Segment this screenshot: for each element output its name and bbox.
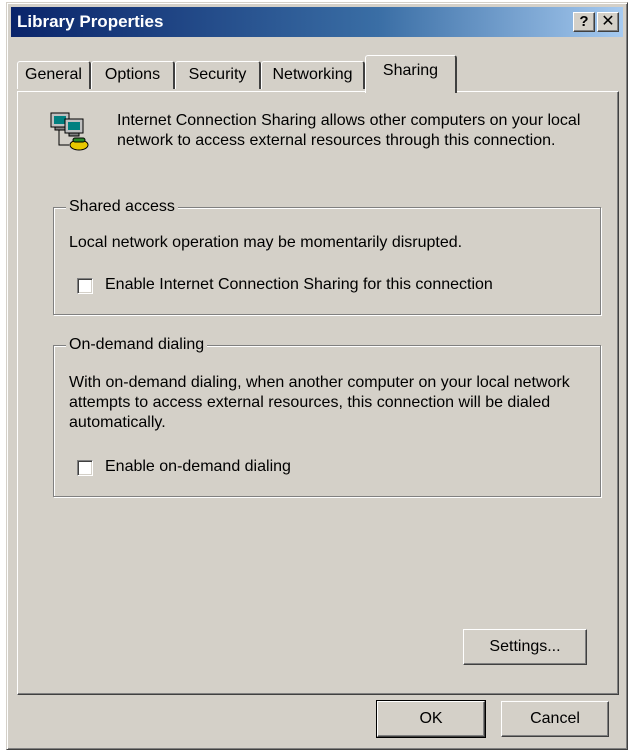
enable-ics-checkbox[interactable]: [77, 278, 93, 294]
tab-networking[interactable]: Networking: [261, 61, 365, 89]
cancel-button[interactable]: Cancel: [501, 701, 609, 737]
network-computers-icon: [47, 111, 91, 155]
tab-sharing[interactable]: Sharing: [365, 55, 457, 93]
intro-description: Internet Connection Sharing allows other…: [117, 112, 581, 149]
properties-dialog: Library Properties ? ✕ General Options S…: [6, 2, 628, 750]
shared-access-title: Shared access: [66, 197, 178, 217]
enable-on-demand-checkbox[interactable]: [77, 460, 93, 476]
enable-on-demand-label[interactable]: Enable on-demand dialing: [105, 457, 291, 477]
ok-button[interactable]: OK: [376, 700, 486, 738]
on-demand-title: On-demand dialing: [66, 335, 208, 355]
close-button[interactable]: ✕: [597, 12, 619, 32]
tab-security[interactable]: Security: [175, 61, 261, 89]
shared-access-note: Local network operation may be momentari…: [69, 234, 463, 251]
enable-ics-label[interactable]: Enable Internet Connection Sharing for t…: [105, 275, 493, 295]
title-bar[interactable]: Library Properties ? ✕: [11, 7, 623, 37]
tab-options[interactable]: Options: [91, 61, 175, 89]
on-demand-description: With on-demand dialing, when another com…: [69, 374, 570, 431]
shared-access-group: Shared access: [53, 197, 601, 315]
tab-strip: General Options Security Networking Shar…: [17, 53, 617, 93]
help-button[interactable]: ?: [573, 12, 595, 32]
settings-button[interactable]: Settings...: [463, 629, 587, 665]
window-title: Library Properties: [17, 12, 164, 31]
tab-general[interactable]: General: [17, 61, 91, 89]
